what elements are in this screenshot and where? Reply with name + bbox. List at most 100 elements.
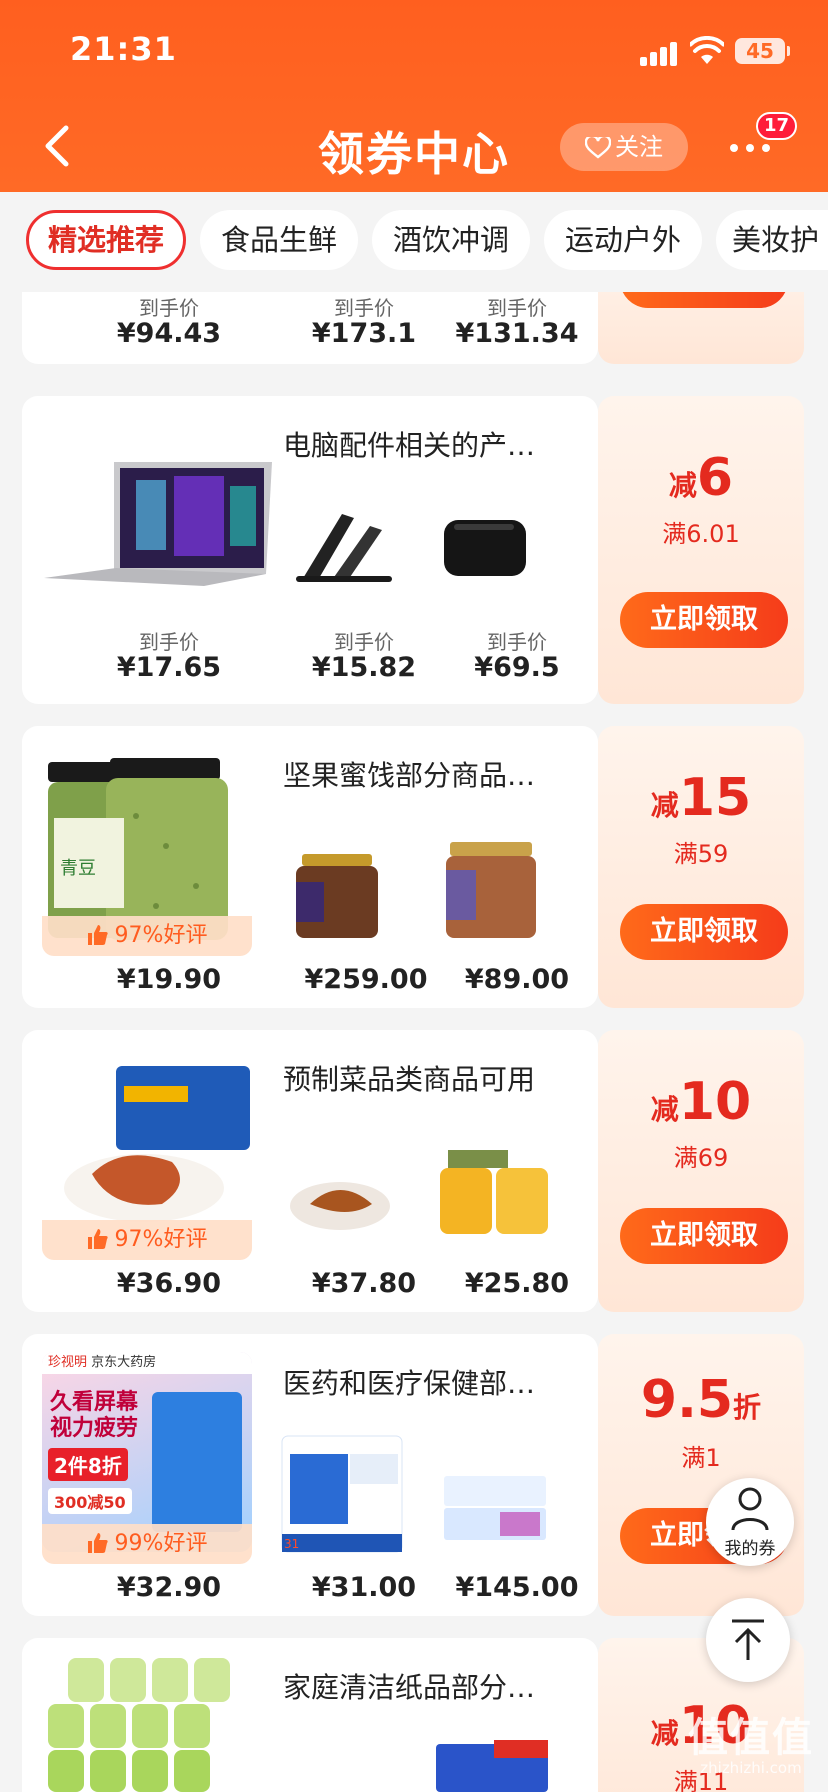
card-products: 预制菜品类商品可用 97%好评 ¥36.90 ¥37.80 ¥25.80 — [22, 1030, 598, 1312]
header: 21:31 45 领券中心 关注 17 — [0, 0, 828, 192]
speaker-image[interactable] — [440, 514, 530, 582]
discount-amount: 减10 — [598, 1072, 804, 1132]
page-title: 领券中心 — [318, 127, 510, 181]
follow-label: 关注 — [615, 133, 663, 161]
green-bean-jar-image[interactable]: 青豆 — [46, 756, 252, 942]
promo-coupon: 300减50 — [48, 1488, 132, 1514]
product-price: ¥145.00 — [455, 1572, 579, 1603]
rating-badge: 99%好评 — [42, 1524, 252, 1564]
arrow-up-icon — [732, 1619, 764, 1660]
promo-store: 京东大药房 — [91, 1355, 157, 1370]
discount-threshold: 满59 — [673, 840, 729, 868]
discount-amount: 9.5折 — [598, 1370, 804, 1430]
category-tabs: 精选推荐 食品生鲜 酒饮冲调 运动户外 美妆护 — [0, 192, 828, 292]
coupon-card: 医药和医疗保健部… 珍视明 京东大药房 久看屏幕 视力疲劳 2件8折 300减5… — [22, 1334, 804, 1616]
discount-amount: 减6 — [598, 448, 804, 508]
laptop-stand-image[interactable] — [292, 508, 400, 586]
nut-jar-dark-image[interactable] — [284, 852, 390, 942]
card-products: 坚果蜜饯部分商品… 青豆 97%好评 ¥19.90 ¥259.00 ¥89.00 — [22, 726, 598, 1008]
claim-button[interactable]: 立即领取 — [620, 292, 788, 308]
discount-amount: 减15 — [598, 768, 804, 828]
claim-button[interactable]: 立即领取 — [620, 592, 788, 648]
discount-prefix: 减 — [668, 469, 697, 502]
price-label: 到手价 — [334, 296, 394, 320]
nut-jar-light-image[interactable] — [438, 840, 544, 942]
nav-bar: 领券中心 关注 17 — [0, 100, 828, 192]
prepared-dish-image[interactable] — [62, 1064, 252, 1224]
coupon-card: 电脑配件相关的产… 到手价 ¥17.65 到手价 ¥15.82 到手价 ¥69.… — [22, 396, 804, 704]
price-label: 到手价 — [487, 296, 547, 320]
product-price: ¥15.82 — [311, 652, 417, 683]
discount-threshold: 满1 — [681, 1444, 721, 1472]
product-price: ¥25.80 — [464, 1268, 570, 1299]
discount-value: 15 — [678, 768, 752, 828]
discount-prefix: 减 — [650, 789, 679, 822]
product-price: ¥36.90 — [116, 1268, 222, 1299]
discount-suffix: 折 — [733, 1391, 762, 1424]
price-label: 到手价 — [139, 296, 199, 320]
coupon-title: 家庭清洁纸品部分… — [283, 1671, 536, 1704]
promo-brand: 珍视明 — [48, 1355, 88, 1370]
tissue-box-image[interactable] — [434, 1738, 550, 1792]
vitamin-box-image[interactable] — [440, 1472, 550, 1544]
tab-drinks[interactable]: 酒饮冲调 — [372, 210, 530, 270]
product-price: ¥31.00 — [311, 1572, 417, 1603]
message-badge: 17 — [756, 112, 798, 140]
rating-badge: 97%好评 — [42, 1220, 252, 1260]
discount-value: 10 — [678, 1072, 752, 1132]
coupon-card: 坚果蜜饯部分商品… 青豆 97%好评 ¥19.90 ¥259.00 ¥89.00… — [22, 726, 804, 1008]
claim-button[interactable]: 立即领取 — [620, 1208, 788, 1264]
laptop-image[interactable] — [44, 456, 276, 586]
back-to-top-button[interactable] — [706, 1598, 790, 1682]
medicine-box-image[interactable]: 31 — [280, 1434, 404, 1554]
discount-threshold: 满69 — [673, 1144, 729, 1172]
coupon-list: 到手价 ¥94.43 到手价 ¥173.1 到手价 ¥131.34 立即领取 电… — [0, 292, 828, 1792]
coupon-title: 坚果蜜饯部分商品… — [283, 759, 536, 792]
millet-cake-image[interactable] — [438, 1148, 550, 1238]
product-price: ¥32.90 — [116, 1572, 222, 1603]
claim-button[interactable]: 立即领取 — [620, 904, 788, 960]
toilet-paper-image[interactable] — [48, 1658, 248, 1792]
coupon-title: 预制菜品类商品可用 — [283, 1063, 536, 1096]
watermark: 值值值 zhizhizhi.com — [676, 1705, 826, 1785]
product-price: ¥173.1 — [311, 318, 417, 349]
tab-beauty[interactable]: 美妆护 — [716, 210, 828, 270]
price-label: 到手价 — [139, 630, 199, 654]
eye-drops-promo-image[interactable]: 珍视明 京东大药房 久看屏幕 视力疲劳 2件8折 300减50 — [42, 1352, 252, 1552]
follow-button[interactable]: 关注 — [560, 123, 688, 171]
product-price: ¥94.43 — [116, 318, 222, 349]
product-price: ¥19.90 — [116, 964, 222, 995]
my-coupons-label: 我的券 — [724, 1539, 776, 1559]
coupon-card: 预制菜品类商品可用 97%好评 ¥36.90 ¥37.80 ¥25.80 减10… — [22, 1030, 804, 1312]
tab-food[interactable]: 食品生鲜 — [200, 210, 358, 270]
discount-prefix: 减 — [650, 1717, 679, 1750]
card-products: 到手价 ¥94.43 到手价 ¥173.1 到手价 ¥131.34 — [22, 292, 598, 364]
coupon-panel: 减15 满59 立即领取 — [598, 726, 804, 1008]
price-label: 到手价 — [334, 630, 394, 654]
noodle-plate-image[interactable] — [288, 1166, 392, 1234]
coupon-panel: 9.5折 满1 立即领取 — [598, 1334, 804, 1616]
product-price: ¥259.00 — [304, 964, 428, 995]
coupon-title: 医药和医疗保健部… — [283, 1367, 536, 1400]
promo-line: 久看屏幕 — [50, 1390, 139, 1415]
product-price: ¥17.65 — [116, 652, 222, 683]
discount-value: 6 — [696, 448, 734, 508]
wifi-icon — [690, 36, 724, 64]
product-price: ¥69.5 — [474, 652, 560, 683]
rating-text: 97%好评 — [114, 1227, 208, 1252]
status-bar: 21:31 45 — [0, 0, 828, 100]
thumbs-up-icon — [87, 925, 108, 945]
status-time: 21:31 — [70, 30, 177, 68]
heart-plus-icon — [584, 134, 612, 159]
coupon-panel: 减6 满6.01 立即领取 — [598, 396, 804, 704]
thumbs-up-icon — [87, 1229, 108, 1249]
rating-badge: 97%好评 — [42, 916, 252, 956]
tab-sports[interactable]: 运动户外 — [544, 210, 702, 270]
svg-text:青豆: 青豆 — [60, 858, 96, 879]
product-price: ¥89.00 — [464, 964, 570, 995]
card-products: 家庭清洁纸品部分… — [22, 1638, 598, 1792]
discount-value: 9.5 — [640, 1370, 734, 1430]
tab-featured[interactable]: 精选推荐 — [26, 210, 186, 270]
promo-discount: 2件8折 — [48, 1448, 128, 1481]
my-coupons-button[interactable]: 我的券 — [706, 1478, 794, 1566]
